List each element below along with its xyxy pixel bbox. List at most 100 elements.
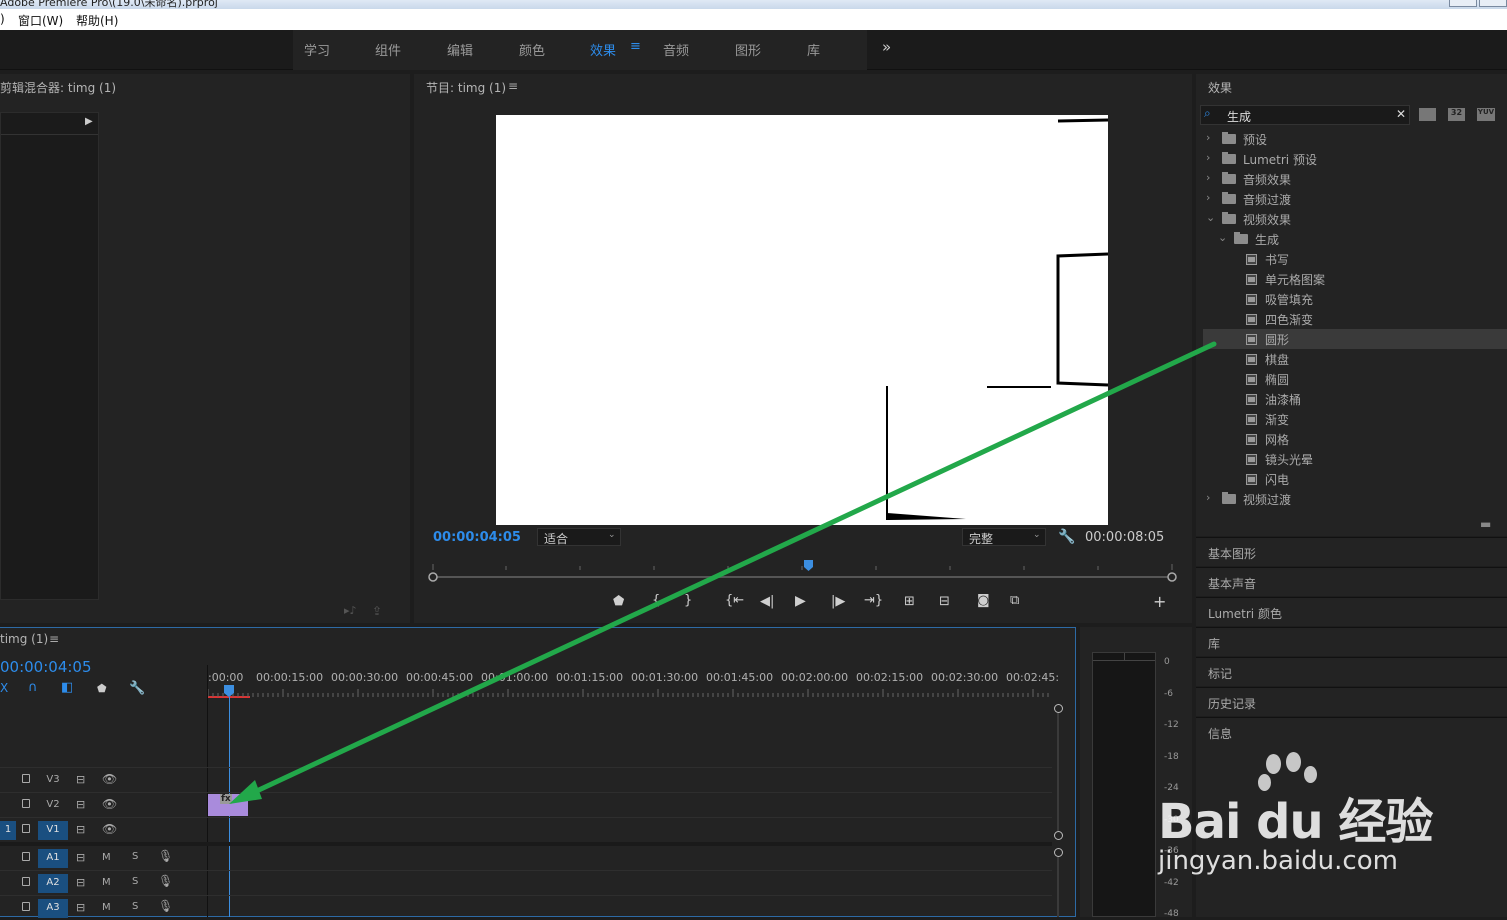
video-track-header[interactable]: V2 ⊟ 👁: [0, 793, 207, 817]
workspace-learn[interactable]: 学习: [304, 40, 330, 59]
go-to-in-icon[interactable]: {⇤: [725, 593, 744, 608]
sync-lock-icon[interactable]: ⊟: [76, 798, 85, 811]
panel-libraries[interactable]: 库: [1196, 627, 1507, 656]
lock-icon[interactable]: [22, 877, 30, 886]
go-to-out-icon[interactable]: ⇥}: [864, 593, 883, 608]
menu-help[interactable]: 帮助(H): [76, 12, 118, 29]
add-button-icon[interactable]: +: [1153, 592, 1166, 611]
effects-tree-item[interactable]: › 视频过渡: [1203, 489, 1507, 509]
clear-search-icon[interactable]: ✕: [1396, 107, 1406, 121]
eye-icon[interactable]: 👁: [102, 772, 117, 786]
chevron-right-icon[interactable]: ›: [1206, 171, 1210, 184]
lock-icon[interactable]: [22, 774, 30, 783]
track-name[interactable]: V1: [38, 821, 68, 840]
minimize-button[interactable]: [1449, 0, 1477, 7]
chevron-right-icon[interactable]: ›: [1206, 191, 1210, 204]
solo-button[interactable]: S: [132, 901, 138, 912]
add-marker-icon[interactable]: ⬟: [613, 594, 624, 609]
effects-tree-item[interactable]: ⌄ 生成: [1203, 229, 1507, 249]
timeline-clip[interactable]: fx: [208, 794, 248, 816]
chevron-right-icon[interactable]: ›: [1206, 491, 1210, 504]
add-marker-icon[interactable]: ⬟: [97, 682, 107, 695]
effects-tree-item[interactable]: 网格: [1203, 429, 1507, 449]
program-menu-icon[interactable]: ≡: [508, 79, 518, 93]
audio-track-header[interactable]: A1 ⊟ M S 🎙: [0, 846, 207, 870]
fit-dropdown[interactable]: 适合 ⌄: [537, 528, 621, 546]
effects-tree-item[interactable]: 四色渐变: [1203, 309, 1507, 329]
effects-tree-item[interactable]: 椭圆: [1203, 369, 1507, 389]
linked-selection-icon[interactable]: ◧: [61, 680, 73, 695]
audio-track-header[interactable]: A2 ⊟ M S 🎙: [0, 871, 207, 895]
program-scrubber[interactable]: [428, 560, 1178, 586]
workspace-color[interactable]: 颜色: [519, 40, 545, 59]
microphone-icon[interactable]: 🎙: [158, 899, 173, 913]
video-frame[interactable]: [496, 115, 1108, 525]
audio-track-header[interactable]: A3 ⊟ M S 🎙: [0, 896, 207, 920]
quality-dropdown[interactable]: 完整 ⌄: [962, 528, 1046, 546]
zoom-scroll-handle-top[interactable]: [1054, 704, 1063, 713]
workspace-libraries[interactable]: 库: [807, 40, 820, 59]
panel-lumetri-color[interactable]: Lumetri 颜色: [1196, 597, 1507, 626]
lock-icon[interactable]: [22, 799, 30, 808]
new-bin-icon[interactable]: ▬: [1480, 517, 1491, 531]
lock-icon[interactable]: [22, 852, 30, 861]
eye-icon[interactable]: 👁: [102, 822, 117, 836]
effects-tree-item[interactable]: 镜头光晕: [1203, 449, 1507, 469]
chevron-right-icon[interactable]: ›: [1206, 131, 1210, 144]
effects-tree-item[interactable]: › 音频过渡: [1203, 189, 1507, 209]
mixer-music-icon[interactable]: ▸♪: [344, 604, 357, 617]
panel-essential-sound[interactable]: 基本声音: [1196, 567, 1507, 596]
effects-tree-item[interactable]: ⌄ 视频效果: [1203, 209, 1507, 229]
mute-button[interactable]: M: [102, 852, 111, 863]
menu-window[interactable]: 窗口(W): [18, 12, 63, 29]
mute-button[interactable]: M: [102, 877, 111, 888]
program-timecode[interactable]: 00:00:04:05: [433, 530, 521, 545]
chevron-right-icon[interactable]: ›: [1206, 151, 1210, 164]
zoom-scroll-handle-audio[interactable]: [1054, 848, 1063, 857]
panel-info[interactable]: 信息: [1196, 717, 1507, 917]
effects-tree-item[interactable]: 渐变: [1203, 409, 1507, 429]
workspace-audio[interactable]: 音频: [663, 40, 689, 59]
compare-icon[interactable]: ⧉: [1010, 593, 1019, 608]
sync-lock-icon[interactable]: ⊟: [76, 851, 85, 864]
effects-tree-item[interactable]: 书写: [1203, 249, 1507, 269]
video-track-header[interactable]: V3 ⊟ 👁: [0, 768, 207, 792]
mute-button[interactable]: M: [102, 902, 111, 913]
microphone-icon[interactable]: 🎙: [158, 849, 173, 863]
chevron-down-icon[interactable]: ⌄: [1206, 211, 1215, 224]
timeline-settings-wrench-icon[interactable]: 🔧: [129, 681, 145, 696]
extract-icon[interactable]: ⊟: [939, 594, 950, 609]
video-track-header[interactable]: 1 V1 ⊟ 👁: [0, 818, 207, 842]
camera-icon[interactable]: ◙: [977, 593, 990, 608]
play-icon[interactable]: ▶: [795, 593, 806, 609]
effects-tree-item[interactable]: 圆形: [1203, 329, 1507, 349]
menu-partial[interactable]: ): [0, 12, 5, 26]
solo-button[interactable]: S: [132, 851, 138, 862]
workspace-menu-icon[interactable]: ≡: [630, 39, 641, 54]
workspace-editing[interactable]: 编辑: [447, 40, 473, 59]
mark-out-icon[interactable]: }: [684, 593, 692, 608]
microphone-icon[interactable]: 🎙: [158, 874, 173, 888]
wrench-icon[interactable]: 🔧: [1058, 529, 1075, 545]
audio-scrollbar[interactable]: [1057, 857, 1059, 917]
panel-essential-graphics[interactable]: 基本图形: [1196, 537, 1507, 566]
track-name[interactable]: V2: [38, 796, 68, 815]
track-name[interactable]: V3: [38, 771, 68, 790]
panel-markers[interactable]: 标记: [1196, 657, 1507, 686]
effects-tree-item[interactable]: › 音频效果: [1203, 169, 1507, 189]
snap-magnet-icon[interactable]: ∩: [28, 680, 38, 695]
timeline-menu-icon[interactable]: ≡: [49, 632, 59, 646]
effects-search-input[interactable]: ⌕ 生成 ✕: [1200, 105, 1410, 125]
yuv-effects-icon[interactable]: YUV: [1477, 108, 1495, 121]
zoom-scroll-handle-mid[interactable]: [1054, 831, 1063, 840]
effects-tree-item[interactable]: 吸管填充: [1203, 289, 1507, 309]
workspace-assembly[interactable]: 组件: [375, 40, 401, 59]
step-forward-icon[interactable]: |▶: [831, 594, 845, 609]
maximize-button[interactable]: [1479, 0, 1507, 7]
source-target-toggle[interactable]: 1: [0, 821, 16, 840]
sync-lock-icon[interactable]: ⊟: [76, 823, 85, 836]
expand-right-icon[interactable]: ▶: [85, 116, 93, 127]
sync-lock-icon[interactable]: ⊟: [76, 876, 85, 889]
workspace-effects[interactable]: 效果: [590, 40, 616, 59]
effects-tree-item[interactable]: › Lumetri 预设: [1203, 149, 1507, 169]
